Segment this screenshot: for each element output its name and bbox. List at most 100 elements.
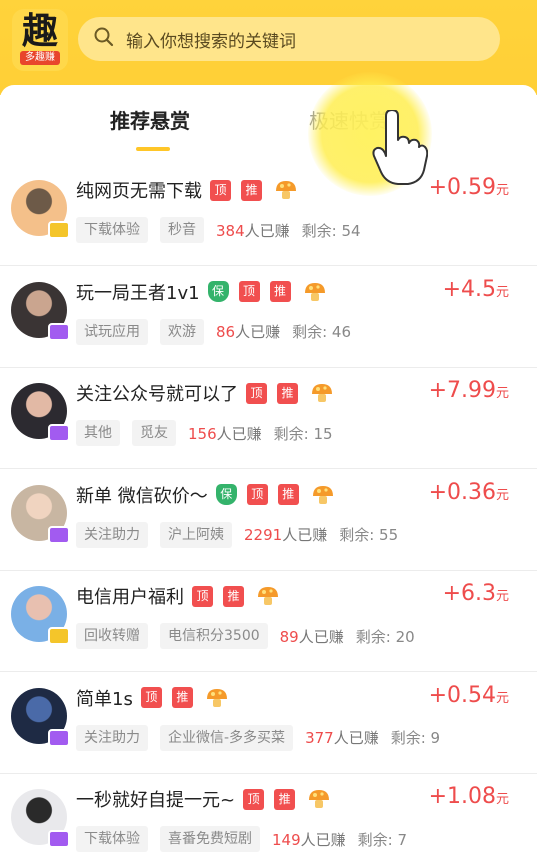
earned-count: 377人已赚 bbox=[305, 727, 379, 748]
reward-unit: 元 bbox=[495, 183, 509, 198]
tab-recommended-rewards[interactable]: 推荐悬赏 bbox=[110, 107, 190, 151]
logo-name: 多趣赚 bbox=[20, 51, 60, 65]
reward-amount: +4.5元 bbox=[443, 277, 509, 302]
reward-amount: +0.54元 bbox=[429, 683, 509, 708]
task-row[interactable]: 玩一局王者1v1 保 顶 推 试玩应用 欢游 86人已赚 剩余: 46 +4.5… bbox=[0, 267, 537, 368]
task-meta-line: 关注助力 沪上阿姨 2291人已赚 剩余: 55 bbox=[76, 521, 398, 549]
task-row[interactable]: 关注公众号就可以了 顶 推 其他 觅友 156人已赚 剩余: 15 +7.99元 bbox=[0, 368, 537, 469]
recommend-badge: 推 bbox=[171, 687, 193, 708]
search-input[interactable]: 输入你想搜索的关键词 bbox=[78, 17, 500, 61]
reward-amount: +7.99元 bbox=[429, 378, 509, 403]
task-row[interactable]: 电信用户福利 顶 推 回收转赠 电信积分3500 89人已赚 剩余: 20 +6… bbox=[0, 571, 537, 672]
task-title: 简单1s bbox=[76, 688, 133, 710]
task-row[interactable]: 纯网页无需下载 顶 推 下载体验 秒音 384人已赚 剩余: 54 +0.59元 bbox=[0, 165, 537, 266]
task-meta-line: 关注助力 企业微信-多多买菜 377人已赚 剩余: 9 bbox=[76, 724, 440, 752]
earned-suffix: 人已赚 bbox=[282, 526, 328, 544]
remaining-count: 剩余: 7 bbox=[357, 830, 408, 849]
publisher-chip: 秒音 bbox=[160, 217, 204, 243]
task-title-line: 关注公众号就可以了 顶 推 bbox=[76, 380, 334, 406]
recommend-badge: 推 bbox=[277, 484, 299, 505]
reward-value: +4.5 bbox=[442, 276, 496, 302]
mushroom-icon bbox=[276, 181, 296, 199]
task-meta-line: 回收转赠 电信积分3500 89人已赚 剩余: 20 bbox=[76, 622, 415, 650]
reward-unit: 元 bbox=[495, 589, 509, 604]
level-badge-icon bbox=[48, 525, 70, 544]
level-badge-icon bbox=[48, 830, 70, 848]
task-title: 纯网页无需下载 bbox=[76, 181, 202, 202]
task-meta-line: 其他 觅友 156人已赚 剩余: 15 bbox=[76, 419, 333, 447]
task-title: 电信用户福利 bbox=[76, 587, 184, 608]
app-logo[interactable]: 趣 多趣赚 bbox=[12, 9, 68, 71]
task-title-line: 一秒就好自提一元~ 顶 推 bbox=[76, 786, 331, 812]
publisher-chip: 觅友 bbox=[132, 420, 176, 446]
task-row[interactable]: 新单 微信砍价～ 保 顶 推 关注助力 沪上阿姨 2291人已赚 剩余: 55 … bbox=[0, 470, 537, 571]
category-chip: 试玩应用 bbox=[76, 318, 148, 345]
task-title-line: 新单 微信砍价～ 保 顶 推 bbox=[76, 482, 335, 508]
earned-suffix: 人已赚 bbox=[235, 323, 281, 341]
task-title: 关注公众号就可以了 bbox=[76, 384, 238, 405]
logo-mark: 趣 bbox=[21, 10, 58, 52]
earned-suffix: 人已赚 bbox=[216, 424, 262, 443]
earned-number: 86 bbox=[216, 323, 236, 341]
task-title: 玩一局王者1v1 bbox=[76, 282, 200, 304]
category-chip: 关注助力 bbox=[76, 521, 148, 548]
level-badge-icon bbox=[48, 322, 70, 341]
mushroom-icon bbox=[309, 790, 330, 808]
earned-count: 2291人已赚 bbox=[244, 524, 327, 545]
remaining-count: 剩余: 46 bbox=[292, 323, 352, 341]
top-badge: 顶 bbox=[246, 382, 267, 404]
category-chip: 回收转赠 bbox=[76, 623, 148, 649]
category-chip: 下载体验 bbox=[76, 217, 148, 243]
remaining-count: 剩余: 15 bbox=[273, 424, 333, 443]
top-badge: 顶 bbox=[238, 281, 260, 302]
reward-amount: +1.08元 bbox=[429, 784, 509, 809]
avatar bbox=[11, 586, 70, 645]
publisher-chip: 企业微信-多多买菜 bbox=[160, 724, 294, 751]
reward-unit: 元 bbox=[495, 386, 509, 401]
task-row[interactable]: 简单1s 顶 推 关注助力 企业微信-多多买菜 377人已赚 剩余: 9 +0.… bbox=[0, 673, 537, 774]
earned-number: 377 bbox=[305, 729, 334, 747]
reward-value: +0.54 bbox=[428, 682, 496, 708]
reward-unit: 元 bbox=[495, 487, 509, 503]
reward-value: +6.3 bbox=[442, 581, 496, 606]
reward-value: +0.36 bbox=[428, 479, 496, 505]
earned-suffix: 人已赚 bbox=[298, 627, 344, 646]
reward-value: +7.99 bbox=[428, 378, 496, 403]
tab-fast-rewards[interactable]: 极速快赏 bbox=[309, 107, 389, 135]
reward-amount: +0.59元 bbox=[429, 175, 509, 200]
top-badge: 顶 bbox=[140, 687, 162, 708]
avatar bbox=[11, 281, 70, 341]
publisher-chip: 沪上阿姨 bbox=[160, 521, 232, 548]
level-badge-icon bbox=[48, 424, 70, 442]
remaining-count: 剩余: 55 bbox=[339, 526, 399, 544]
avatar bbox=[11, 687, 70, 747]
level-badge-icon bbox=[48, 728, 70, 747]
mushroom-icon bbox=[304, 282, 325, 301]
recommend-badge: 推 bbox=[277, 382, 298, 404]
category-chip: 其他 bbox=[76, 420, 120, 446]
earned-number: 156 bbox=[188, 424, 217, 443]
task-meta-line: 下载体验 喜番免费短剧 149人已赚 剩余: 7 bbox=[76, 825, 407, 853]
search-icon bbox=[92, 25, 116, 53]
level-badge-icon bbox=[48, 627, 70, 645]
earned-suffix: 人已赚 bbox=[244, 221, 290, 240]
earned-suffix: 人已赚 bbox=[300, 830, 346, 849]
reward-amount: +6.3元 bbox=[443, 581, 509, 606]
recommend-badge: 推 bbox=[223, 585, 244, 607]
reward-unit: 元 bbox=[495, 792, 509, 807]
earned-suffix: 人已赚 bbox=[333, 729, 379, 747]
task-title-line: 简单1s 顶 推 bbox=[76, 685, 229, 711]
avatar bbox=[11, 180, 70, 239]
level-badge-icon bbox=[48, 221, 70, 239]
publisher-chip: 欢游 bbox=[160, 318, 204, 345]
earned-number: 2291 bbox=[244, 526, 283, 544]
publisher-chip: 喜番免费短剧 bbox=[160, 826, 260, 852]
task-title: 新单 微信砍价～ bbox=[76, 485, 208, 507]
avatar bbox=[11, 484, 70, 544]
task-row[interactable]: 一秒就好自提一元~ 顶 推 下载体验 喜番免费短剧 149人已赚 剩余: 7 +… bbox=[0, 774, 537, 864]
mushroom-icon bbox=[312, 485, 333, 504]
mushroom-icon bbox=[312, 384, 332, 402]
top-badge: 顶 bbox=[243, 788, 265, 810]
tab-bar: 推荐悬赏 极速快赏 bbox=[0, 85, 537, 155]
earned-count: 384人已赚 bbox=[216, 220, 290, 241]
